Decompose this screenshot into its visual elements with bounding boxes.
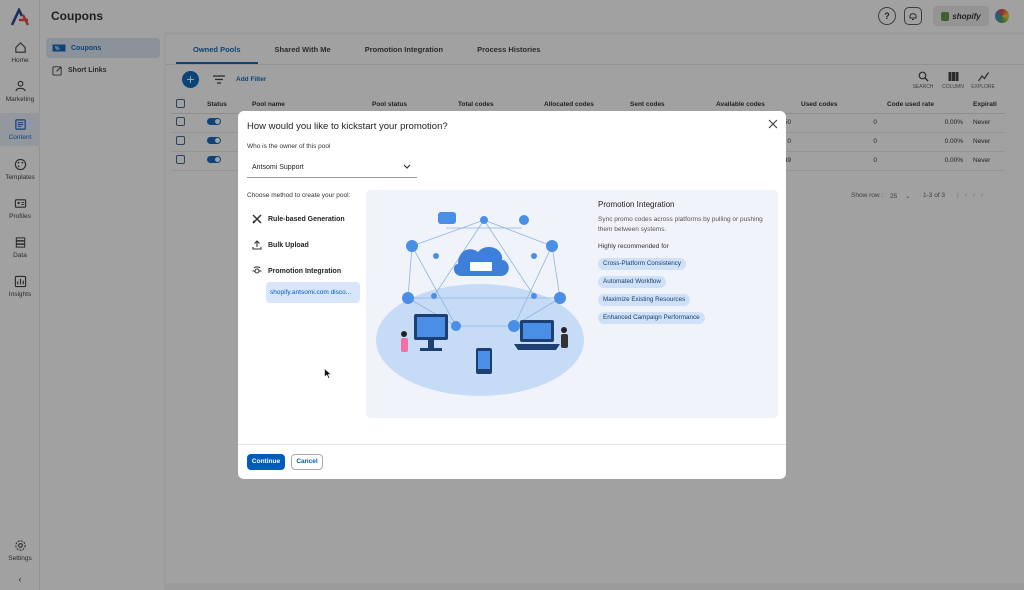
continue-button[interactable]: Continue — [247, 454, 285, 470]
integration-icon — [252, 266, 262, 274]
method-promotion-integration[interactable]: Promotion Integration — [252, 266, 341, 276]
tools-icon — [252, 214, 262, 224]
owner-select[interactable]: Antsomi Support — [247, 158, 417, 178]
dialog-footer-divider — [238, 444, 786, 445]
method-label: Choose method to create your pool: — [247, 192, 351, 199]
recommendation-tag: Maximize Existing Resources — [598, 294, 691, 306]
dialog-title: How would you like to kickstart your pro… — [247, 121, 448, 132]
method-label-text: Promotion Integration — [268, 267, 342, 275]
method-rule-based[interactable]: Rule-based Generation — [252, 214, 345, 224]
cancel-button[interactable]: Cancel — [291, 454, 323, 470]
promotion-integration-illustration — [376, 212, 584, 396]
app: Home Marketing Content Templates Profile… — [0, 0, 1024, 590]
chevron-down-icon — [403, 164, 411, 169]
method-bulk-upload[interactable]: Bulk Upload — [252, 240, 309, 250]
detail-description: Sync promo codes across platforms by pul… — [598, 216, 763, 233]
close-icon[interactable] — [768, 119, 778, 129]
mouse-cursor-icon — [324, 368, 332, 379]
method-detail-panel: Promotion Integration Sync promo codes a… — [366, 190, 778, 418]
recommendation-tag: Cross-Platform Consistency — [598, 258, 687, 270]
create-pool-dialog: How would you like to kickstart your pro… — [238, 111, 786, 479]
upload-icon — [252, 240, 262, 250]
method-label-text: Rule-based Generation — [268, 215, 345, 223]
detail-title: Promotion Integration — [598, 200, 675, 209]
recommended-label: Highly recommended for — [598, 243, 669, 250]
owner-label: Who is the owner of this pool — [247, 143, 331, 150]
method-label-text: Bulk Upload — [268, 241, 309, 249]
owner-value: Antsomi Support — [252, 164, 304, 171]
selected-integration-item[interactable]: shopify.antsomi.com disco... — [266, 282, 360, 303]
recommendation-tag: Automated Workflow — [598, 276, 666, 288]
recommendation-tag: Enhanced Campaign Performance — [598, 312, 705, 324]
